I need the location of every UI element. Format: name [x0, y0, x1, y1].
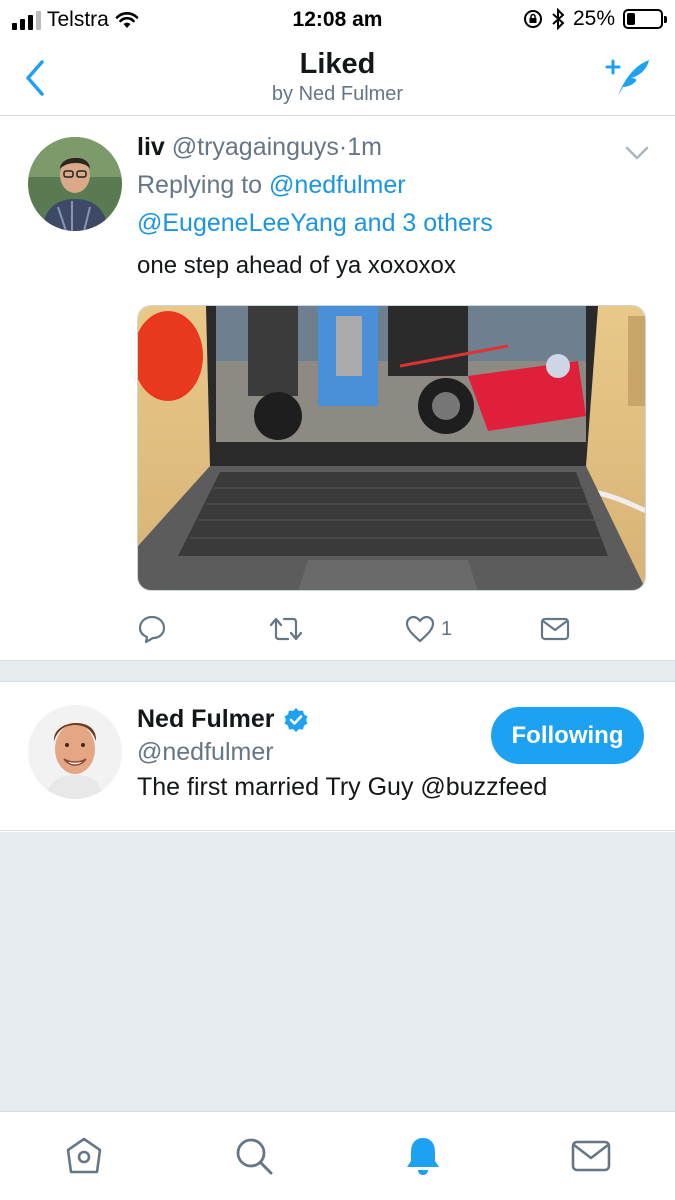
- rotation-lock-icon: [523, 10, 542, 28]
- section-divider: [0, 660, 675, 682]
- reply-icon: [138, 615, 166, 644]
- retweet-icon: [269, 617, 303, 641]
- dot-separator: ·: [338, 133, 348, 161]
- battery-level: [627, 13, 635, 25]
- tweet[interactable]: liv @tryagainguys·1m Replying to @nedful…: [0, 117, 675, 660]
- like-button[interactable]: 1: [405, 611, 452, 647]
- verified-badge-icon: [284, 707, 308, 732]
- empty-list-area: [0, 832, 675, 1111]
- battery-percent: 25%: [572, 7, 615, 30]
- heart-icon: [405, 615, 435, 643]
- battery-icon: [623, 9, 667, 29]
- author-handle[interactable]: @tryagainguys: [172, 133, 339, 161]
- status-right: 25%: [523, 7, 667, 31]
- user-handle: @nedfulmer: [137, 738, 274, 766]
- author-name[interactable]: liv: [137, 133, 165, 161]
- user-card[interactable]: Ned Fulmer @nedfulmer The first married …: [0, 683, 675, 831]
- messages-envelope-icon[interactable]: [569, 1134, 613, 1178]
- tweet-text: one step ahead of ya xoxoxox: [137, 252, 456, 279]
- tweet-photo[interactable]: [137, 305, 646, 591]
- compose-tweet-icon[interactable]: [603, 54, 653, 100]
- page-subtitle: by Ned Fulmer: [271, 83, 404, 105]
- tweet-header: liv @tryagainguys·1m: [137, 133, 382, 162]
- tweet-timestamp: 1m: [347, 133, 382, 161]
- search-icon[interactable]: [232, 1134, 276, 1178]
- mention-link[interactable]: @nedfulmer: [269, 171, 406, 199]
- reply-button[interactable]: [137, 611, 167, 647]
- user-bio: The first married Try Guy @buzzfeed: [137, 773, 548, 801]
- replying-prefix: Replying to: [137, 171, 263, 199]
- like-count: 1: [441, 617, 453, 640]
- mention-link[interactable]: @EugeneLeeYang and 3 others: [137, 209, 493, 237]
- envelope-icon: [540, 617, 570, 641]
- status-bar: Telstra 12:08 am 25%: [0, 0, 675, 40]
- chevron-down-icon[interactable]: [625, 145, 649, 161]
- avatar[interactable]: [28, 705, 122, 799]
- avatar[interactable]: [28, 137, 122, 231]
- replying-to: Replying to @nedfulmer: [137, 171, 406, 200]
- replying-to-others: @EugeneLeeYang and 3 others: [137, 209, 493, 238]
- user-name[interactable]: Ned Fulmer: [137, 705, 275, 734]
- user-name-row: Ned Fulmer: [137, 705, 309, 734]
- tab-bar: [0, 1111, 675, 1200]
- navigation-bar: Liked by Ned Fulmer: [0, 40, 675, 116]
- page-title: Liked: [299, 48, 376, 80]
- notifications-bell-icon[interactable]: [401, 1134, 445, 1178]
- tweet-actions: 1: [137, 611, 587, 647]
- home-icon[interactable]: [62, 1134, 106, 1178]
- direct-message-button[interactable]: [540, 611, 570, 647]
- following-button[interactable]: Following: [491, 707, 644, 764]
- retweet-button[interactable]: [269, 611, 303, 647]
- bluetooth-icon: [552, 8, 565, 30]
